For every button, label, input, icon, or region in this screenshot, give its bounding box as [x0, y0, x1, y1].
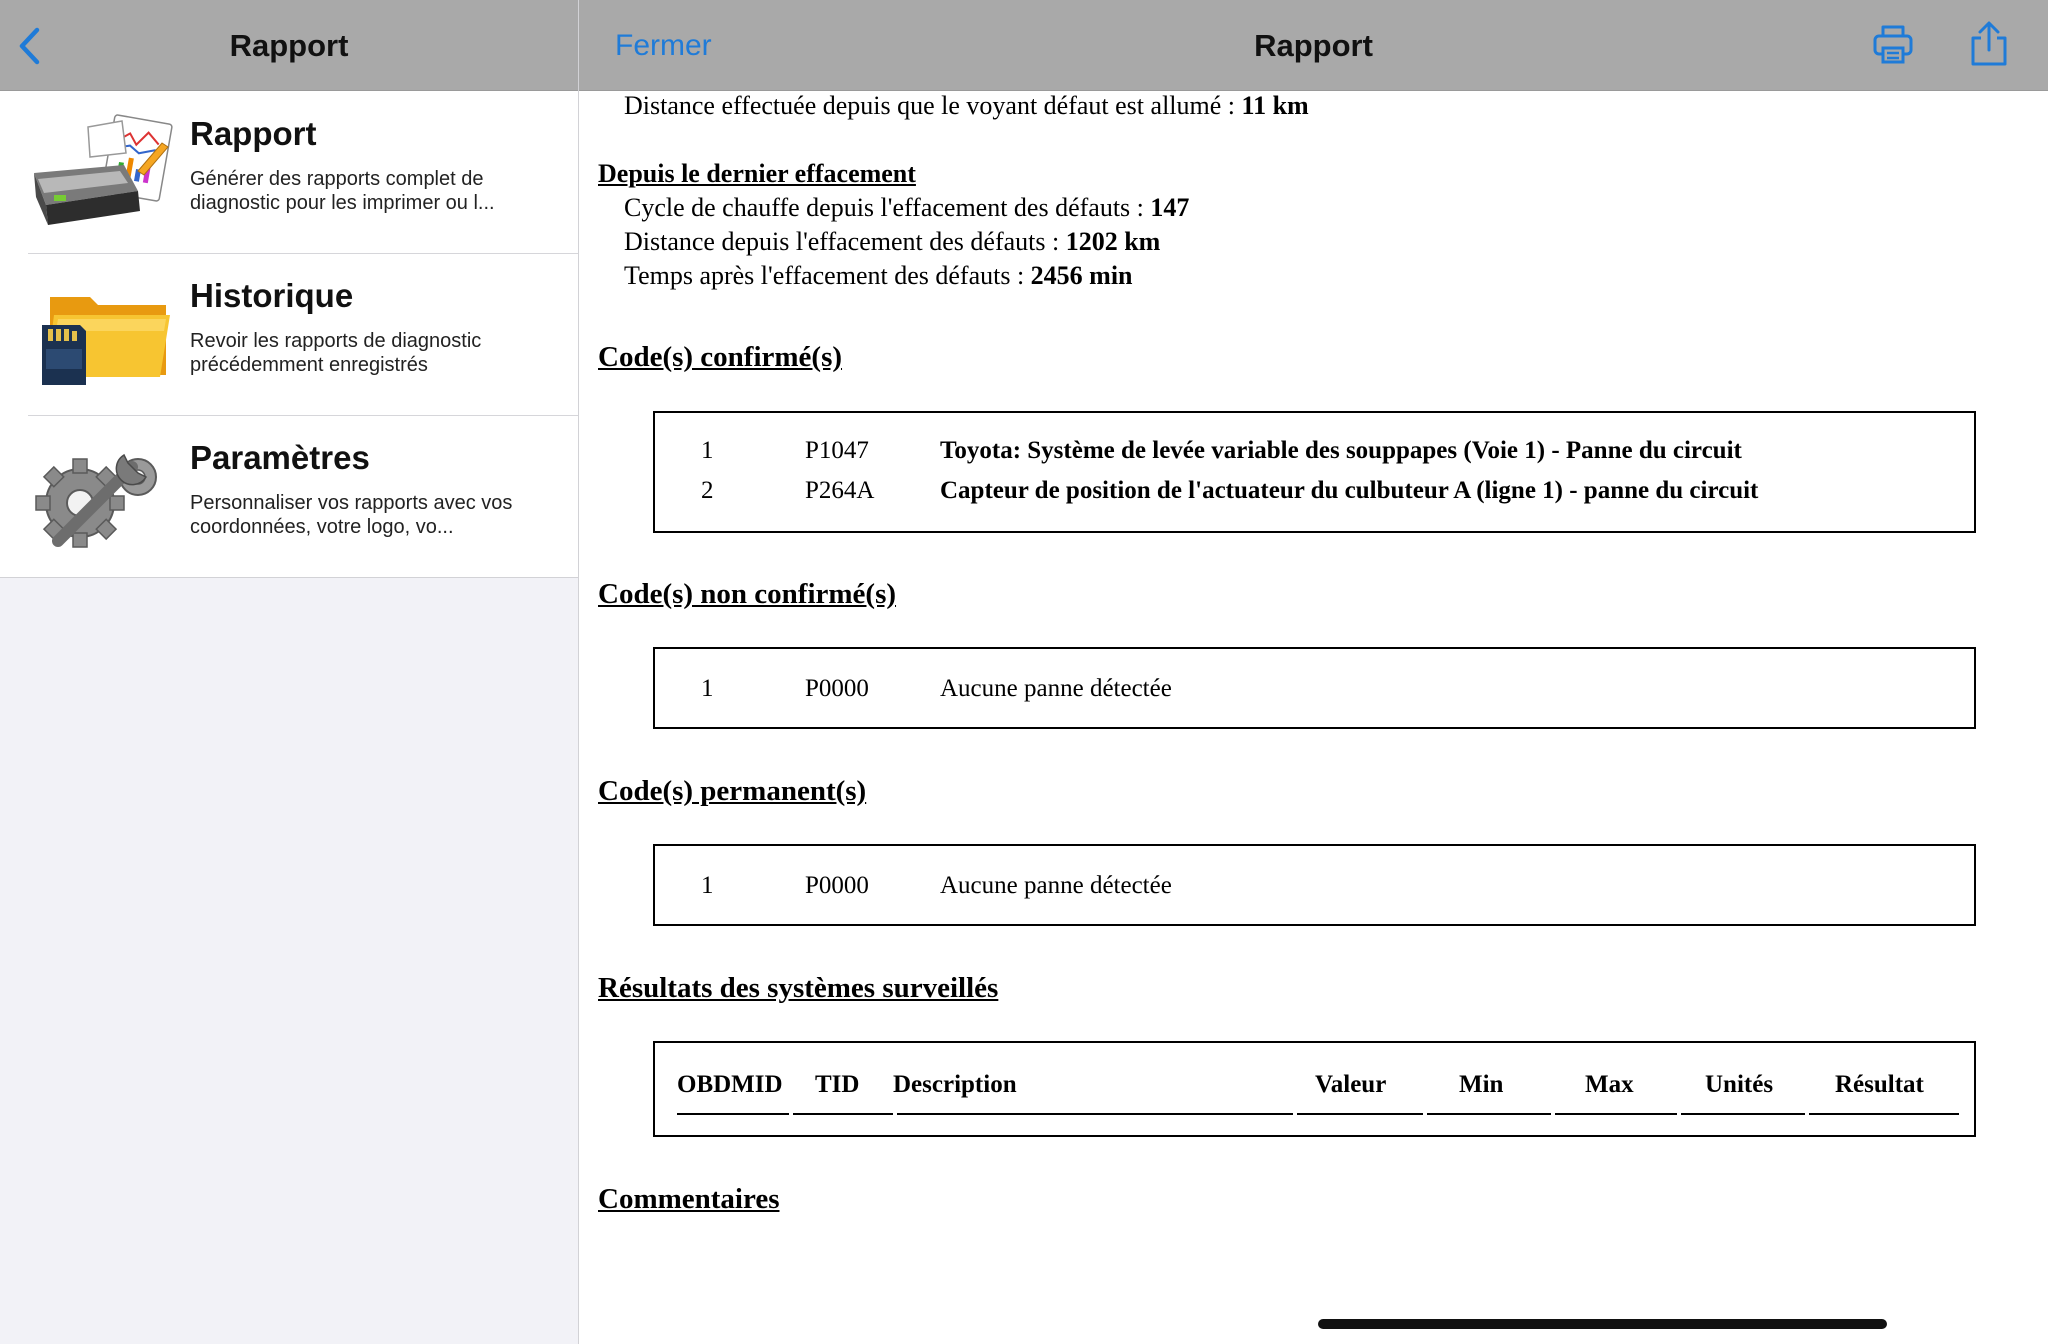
column-header: OBDMID — [677, 1071, 783, 1098]
since-clear-line: Cycle de chauffe depuis l'effacement des… — [624, 193, 1190, 222]
table-row: 1 P0000 Aucune panne détectée — [701, 872, 1172, 899]
print-button[interactable] — [1871, 22, 1915, 66]
unconfirmed-codes-title: Code(s) non confirmé(s) — [598, 578, 897, 610]
sidebar-item-rapport[interactable]: Rapport Générer des rapports complet de … — [0, 91, 578, 253]
column-header: Description — [893, 1071, 1017, 1098]
column-underline — [897, 1113, 1293, 1115]
sidebar-item-historique[interactable]: Historique Revoir les rapports de diagno… — [0, 253, 578, 415]
main-nav-bar: Fermer Rapport — [579, 0, 2048, 91]
column-underline — [793, 1113, 893, 1115]
column-underline — [1555, 1113, 1677, 1115]
sidebar-menu: Rapport Générer des rapports complet de … — [0, 91, 578, 578]
unconfirmed-codes-table: 1 P0000 Aucune panne détectée — [653, 647, 1976, 729]
column-header: Résultat — [1835, 1071, 1924, 1098]
since-clear-line: Temps après l'effacement des défauts : 2… — [624, 261, 1133, 290]
share-icon — [1971, 21, 2007, 66]
sidebar-item-name: Historique — [190, 277, 354, 314]
report-viewer: Fermer Rapport Distance effectuée depuis… — [579, 0, 2048, 1344]
mil-distance-label: Distance effectuée depuis que le voyant … — [624, 91, 1242, 120]
since-clear-line: Distance depuis l'effacement des défauts… — [624, 227, 1161, 256]
monitored-results-table: OBDMID TID Description Valeur Min Max Un… — [653, 1041, 1976, 1137]
sidebar-item-description: Générer des rapports complet de diagnost… — [190, 168, 495, 214]
sidebar-item-description: Revoir les rapports de diagnostic précéd… — [190, 330, 482, 376]
column-underline — [1427, 1113, 1551, 1115]
mil-distance-value: 11 km — [1241, 91, 1309, 120]
confirmed-codes-title: Code(s) confirmé(s) — [598, 341, 843, 373]
sidebar-title: Rapport — [229, 28, 349, 63]
gears-wrench-icon — [35, 453, 157, 548]
column-underline — [1297, 1113, 1423, 1115]
sidebar-item-parametres[interactable]: Paramètres Personnaliser vos rapports av… — [0, 415, 578, 577]
column-header: Valeur — [1315, 1071, 1387, 1098]
sidebar-item-description: Personnaliser vos rapports avec vos coor… — [190, 492, 513, 538]
table-row: 1 P1047 Toyota: Système de levée variabl… — [701, 437, 1742, 464]
printer-icon — [1873, 25, 1913, 64]
confirmed-codes-table: 1 P1047 Toyota: Système de levée variabl… — [653, 411, 1976, 533]
permanent-codes-table: 1 P0000 Aucune panne détectée — [653, 844, 1976, 926]
column-underline — [677, 1113, 789, 1115]
permanent-codes-title: Code(s) permanent(s) — [598, 775, 867, 807]
share-button[interactable] — [1967, 20, 2011, 68]
column-header: Unités — [1705, 1071, 1774, 1098]
sidebar-item-name: Paramètres — [190, 439, 370, 476]
sidebar-item-name: Rapport — [190, 115, 317, 152]
column-header: Min — [1459, 1071, 1504, 1098]
home-indicator[interactable] — [1318, 1319, 1887, 1329]
table-row: 1 P0000 Aucune panne détectée — [701, 675, 1172, 702]
sidebar: Rapport Rapport Générer des rapports com… — [0, 0, 579, 1344]
sidebar-nav-bar: Rapport — [0, 0, 578, 91]
column-underline — [1809, 1113, 1959, 1115]
column-header: TID — [815, 1071, 860, 1098]
printer-report-icon — [34, 114, 173, 225]
column-header: Max — [1585, 1071, 1634, 1098]
table-row: 2 P264A Capteur de position de l'actuate… — [701, 477, 1759, 504]
comments-title: Commentaires — [598, 1183, 780, 1215]
monitored-results-title: Résultats des systèmes surveillés — [598, 972, 999, 1004]
folder-sd-card-icon — [42, 297, 170, 385]
since-clear-title: Depuis le dernier effacement — [598, 159, 916, 188]
column-underline — [1681, 1113, 1805, 1115]
mil-distance-line: Distance effectuée depuis que le voyant … — [624, 91, 1309, 121]
main-title: Rapport — [1254, 28, 1373, 63]
